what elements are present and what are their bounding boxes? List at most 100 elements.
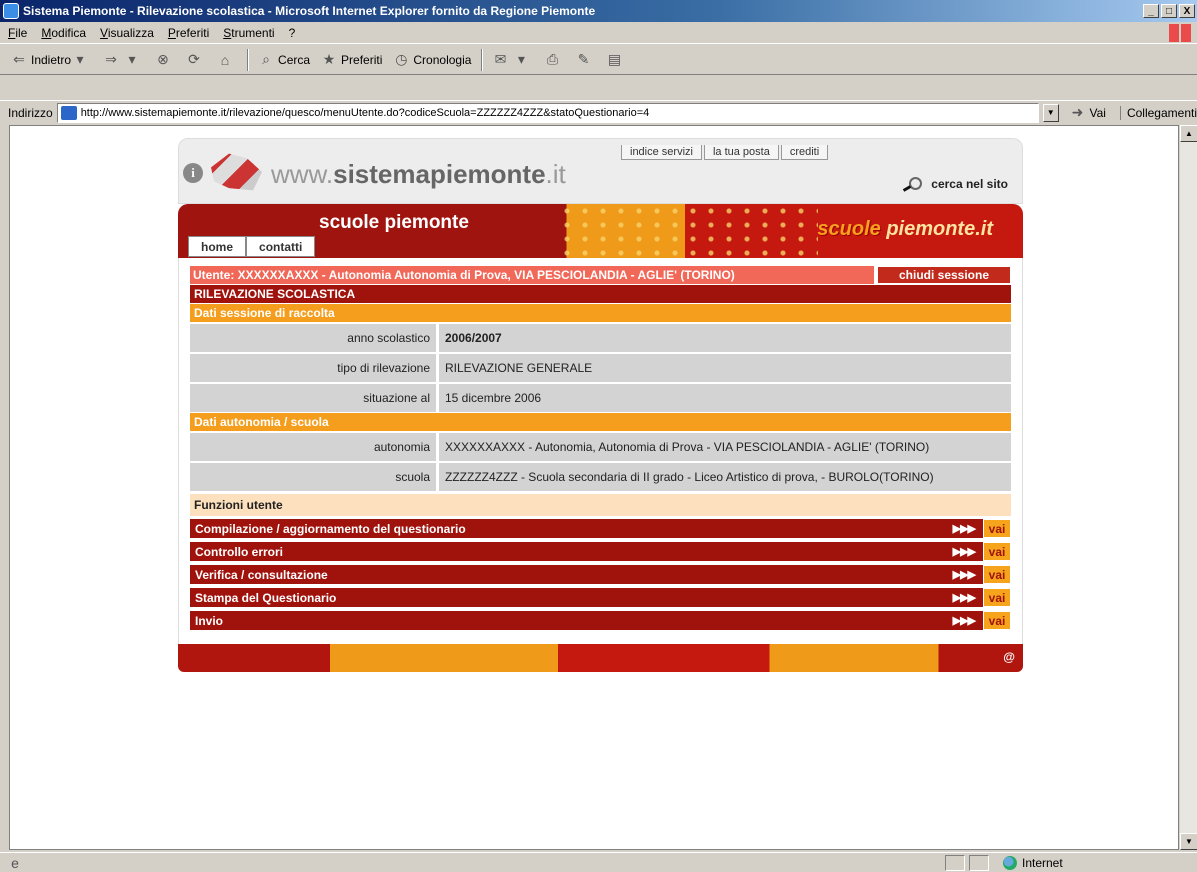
back-button[interactable]: ⇐ Indietro ▾ [10,51,92,69]
discuss-button[interactable]: ▤ [605,51,626,69]
window-title: Sistema Piemonte - Rilevazione scolastic… [23,4,596,18]
function-row-verifica[interactable]: Verifica / consultazione ▶▶▶ vai [190,565,1011,584]
link-crediti[interactable]: crediti [780,145,829,160]
menu-preferiti[interactable]: Preferiti [168,26,209,40]
status-cell [945,854,965,871]
arrows-icon: ▶▶▶ [947,588,983,607]
logo-bold: sistemapiemonte [333,159,546,189]
page-title: RILEVAZIONE SCOLASTICA [190,285,1011,303]
function-row-invio[interactable]: Invio ▶▶▶ vai [190,611,1011,630]
home-button[interactable]: ⌂ [216,51,237,69]
close-button[interactable]: X [1179,4,1195,18]
site-search-label: cerca nel sito [931,177,1008,191]
address-dropdown-icon[interactable]: ▼ [1042,103,1059,122]
site-container: i www.sistemapiemonte.it indice servizi … [178,138,1023,672]
document-icon: ▤ [607,51,622,67]
go-arrow-icon: ➜ [1071,104,1084,120]
menu-modifica[interactable]: Modifica [41,26,86,40]
scroll-down-icon[interactable]: ▼ [1180,833,1197,850]
refresh-button[interactable]: ⟳ [185,51,206,69]
site-logo[interactable]: www.sistemapiemonte.it [271,159,566,190]
search-button[interactable]: ⌕ Cerca [257,51,310,69]
status-bar: e Internet [0,852,1197,872]
links-button[interactable]: Collegamenti [1119,105,1197,120]
section-session-header: Dati sessione di raccolta [190,304,1011,322]
site-search-link[interactable]: cerca nel sito [903,177,1008,191]
link-indice-servizi[interactable]: indice servizi [621,145,702,160]
scuola-label: scuola [190,463,436,491]
anno-label: anno scolastico [190,324,436,352]
info-icon: i [183,163,203,183]
situazione-value: 15 dicembre 2006 [439,384,1011,412]
print-icon: ⎙ [546,51,559,67]
window-titlebar: Sistema Piemonte - Rilevazione scolastic… [0,0,1197,22]
row-situazione: situazione al 15 dicembre 2006 [190,384,1011,412]
site-banner: scuole piemonte scuole piemonte.it home … [178,204,1023,258]
go-button[interactable]: ➜ Vai [1069,104,1106,122]
history-button[interactable]: ◷ Cronologia [392,51,471,69]
situazione-label: situazione al [190,384,436,412]
go-label: Vai [1089,105,1106,120]
row-tipo-rilevazione: tipo di rilevazione RILEVAZIONE GENERALE [190,354,1011,382]
toolbar-separator [247,48,250,71]
forward-button[interactable]: ⇒ ▾ [102,51,144,69]
address-input[interactable]: http://www.sistemapiemonte.it/rilevazion… [56,102,1039,123]
minimize-button[interactable]: _ [1143,4,1159,18]
vai-button[interactable]: vai [983,565,1011,584]
logo-suffix: .it [545,159,566,189]
brand-scuole: scuole [817,218,881,240]
function-row-stampa[interactable]: Stampa del Questionario ▶▶▶ vai [190,588,1011,607]
page-viewport: i www.sistemapiemonte.it indice servizi … [9,125,1179,850]
close-session-button[interactable]: chiudi sessione [877,266,1011,284]
scuola-value: ZZZZZZ4ZZZ - Scuola secondaria di II gra… [439,463,1011,491]
site-nav: home contatti [188,236,316,257]
nav-contatti[interactable]: contatti [246,236,316,257]
arrows-icon: ▶▶▶ [947,565,983,584]
menu-help[interactable]: ? [289,26,296,40]
banner-title: scuole piemonte [319,212,469,233]
edit-button[interactable]: ✎ [574,51,595,69]
vai-button[interactable]: vai [983,519,1011,538]
piemonte-map-logo-icon [211,153,262,191]
zone-label: Internet [1022,855,1063,870]
back-arrow-icon: ⇐ [13,51,25,67]
favorites-label: Preferiti [341,52,383,67]
arrows-icon: ▶▶▶ [947,611,983,630]
banner-brand: scuole piemonte.it [817,218,993,241]
main-content: Utente: XXXXXXAXXX - Autonomia Autonomia… [178,258,1023,644]
address-url: http://www.sistemapiemonte.it/rilevazion… [80,106,650,119]
vertical-scrollbar[interactable]: ▲ ▼ [1179,125,1197,850]
dropdown-icon: ▾ [76,51,84,67]
toolbar: ⇐ Indietro ▾ ⇒ ▾ ⊗ ⟳ ⌂ ⌕ Cerca ★ Preferi… [0,45,1197,75]
globe-icon [1003,855,1017,870]
back-label: Indietro [31,52,72,67]
maximize-button[interactable]: □ [1161,4,1177,18]
print-button[interactable]: ⎙ [543,51,564,69]
brand-it: .it [975,218,993,240]
vai-button[interactable]: vai [983,588,1011,607]
favorites-button[interactable]: ★ Preferiti [320,51,383,69]
brand-piemonte: piemonte [886,218,976,240]
forward-arrow-icon: ⇒ [105,51,117,67]
vai-button[interactable]: vai [983,611,1011,630]
edit-icon: ✎ [577,51,590,67]
stop-button[interactable]: ⊗ [154,51,175,69]
menu-visualizza[interactable]: Visualizza [100,26,154,40]
function-row-compilazione[interactable]: Compilazione / aggiornamento del questio… [190,519,1011,538]
page-status-icon: e [11,854,19,871]
function-label: Compilazione / aggiornamento del questio… [190,519,948,538]
vai-button[interactable]: vai [983,542,1011,561]
menu-bar: File Modifica Visualizza Preferiti Strum… [0,22,1197,44]
menu-strumenti[interactable]: Strumenti [223,26,274,40]
menu-file[interactable]: File [8,26,27,40]
functions-header: Funzioni utente [190,494,1011,516]
row-anno-scolastico: anno scolastico 2006/2007 [190,324,1011,352]
link-la-tua-posta[interactable]: la tua posta [703,145,779,160]
search-label: Cerca [278,52,311,67]
mail-button[interactable]: ✉ ▾ [491,51,533,69]
arrows-icon: ▶▶▶ [947,519,983,538]
nav-home[interactable]: home [188,236,247,257]
autonomia-label: autonomia [190,433,436,461]
scroll-up-icon[interactable]: ▲ [1180,125,1197,142]
function-row-controllo[interactable]: Controllo errori ▶▶▶ vai [190,542,1011,561]
